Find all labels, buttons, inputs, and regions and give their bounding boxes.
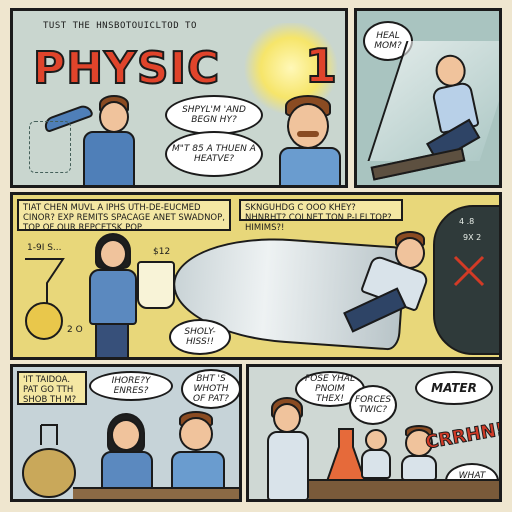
red-x-icon [453,255,485,287]
head [99,101,129,133]
figure-professor [275,95,345,185]
panel-3: TIAT CHEN MUVL A IPHS UTH-DE-EUCMED CINO… [10,192,502,360]
figure-professor-pushing [335,229,445,357]
comic-page: TUST THE HNSBOTOUICLTOD TO PHYSIC 1 SHPY… [0,0,512,512]
torso [267,431,309,499]
panel-5: FOSE YHAL PNOIM THEX! FORCES TWIC? MATER… [246,364,502,502]
board-text-b: 9X 2 [463,233,482,242]
title-kicker: TUST THE HNSBOTOUICLTOD TO [43,21,197,31]
speech-bubble-hiss: SHOLY- HISS!! [169,319,231,355]
title-word: PHYSIC [32,42,221,95]
note-left: 1-9I S... [27,243,62,253]
panel-1: TUST THE HNSBOTOUICLTOD TO PHYSIC 1 SHPY… [10,8,348,188]
torso [89,269,137,325]
title-number: 1 [304,38,338,94]
head [287,103,329,149]
caption-right: SKNGUHDG C OOO KHEY? NHNRHT? COLNET TON … [239,199,403,233]
head [365,429,387,451]
panel-4: 'IT TAIDOA. PAT GO TTH SHOB TH M? IHORE?… [10,364,242,502]
head [179,417,213,451]
speech-bubble-b: BHT 'S WHOTH OF PAT? [181,369,239,409]
speech-bubble-a: IHORE?Y ENRES? [89,371,173,401]
torso [401,455,437,481]
flask-icon [25,258,65,340]
figure-woman-teacher [263,397,313,499]
desk [73,487,239,499]
speech-bubble-c: MATER [415,371,493,405]
legs [95,323,129,357]
torso [83,131,135,185]
sound-effect: CRRHN!! [423,417,502,454]
lab-table [309,479,499,499]
panel-2: HEAL MOM? [354,8,502,188]
mustache [297,131,319,137]
chalkboard: 4 .8 9X 2 [433,205,499,355]
head [99,239,127,269]
torso [279,147,341,185]
figure-boy-studying [165,411,229,499]
caption: 'IT TAIDOA. PAT GO TTH SHOB TH M? [17,371,87,405]
flask-icon [22,424,76,498]
note-mid: $12 [153,247,171,257]
speech-bubble-b: FORCES TWIC? [349,385,397,425]
chalk-diagram [29,121,71,173]
head [273,403,301,433]
torso [361,449,391,479]
board-text-a: 4 .8 [459,217,475,226]
beaker-icon [137,261,175,309]
figure-student-back [361,429,391,479]
speech-bubble-b: M"T 85 A THUEN A HEATVE? [165,131,263,177]
head [111,419,141,451]
caption-left: TIAT CHEN MUVL A IPHS UTH-DE-EUCMED CINO… [17,199,231,233]
speech-bubble-a: SHPYL'M 'AND BEGN HY? [165,95,263,135]
